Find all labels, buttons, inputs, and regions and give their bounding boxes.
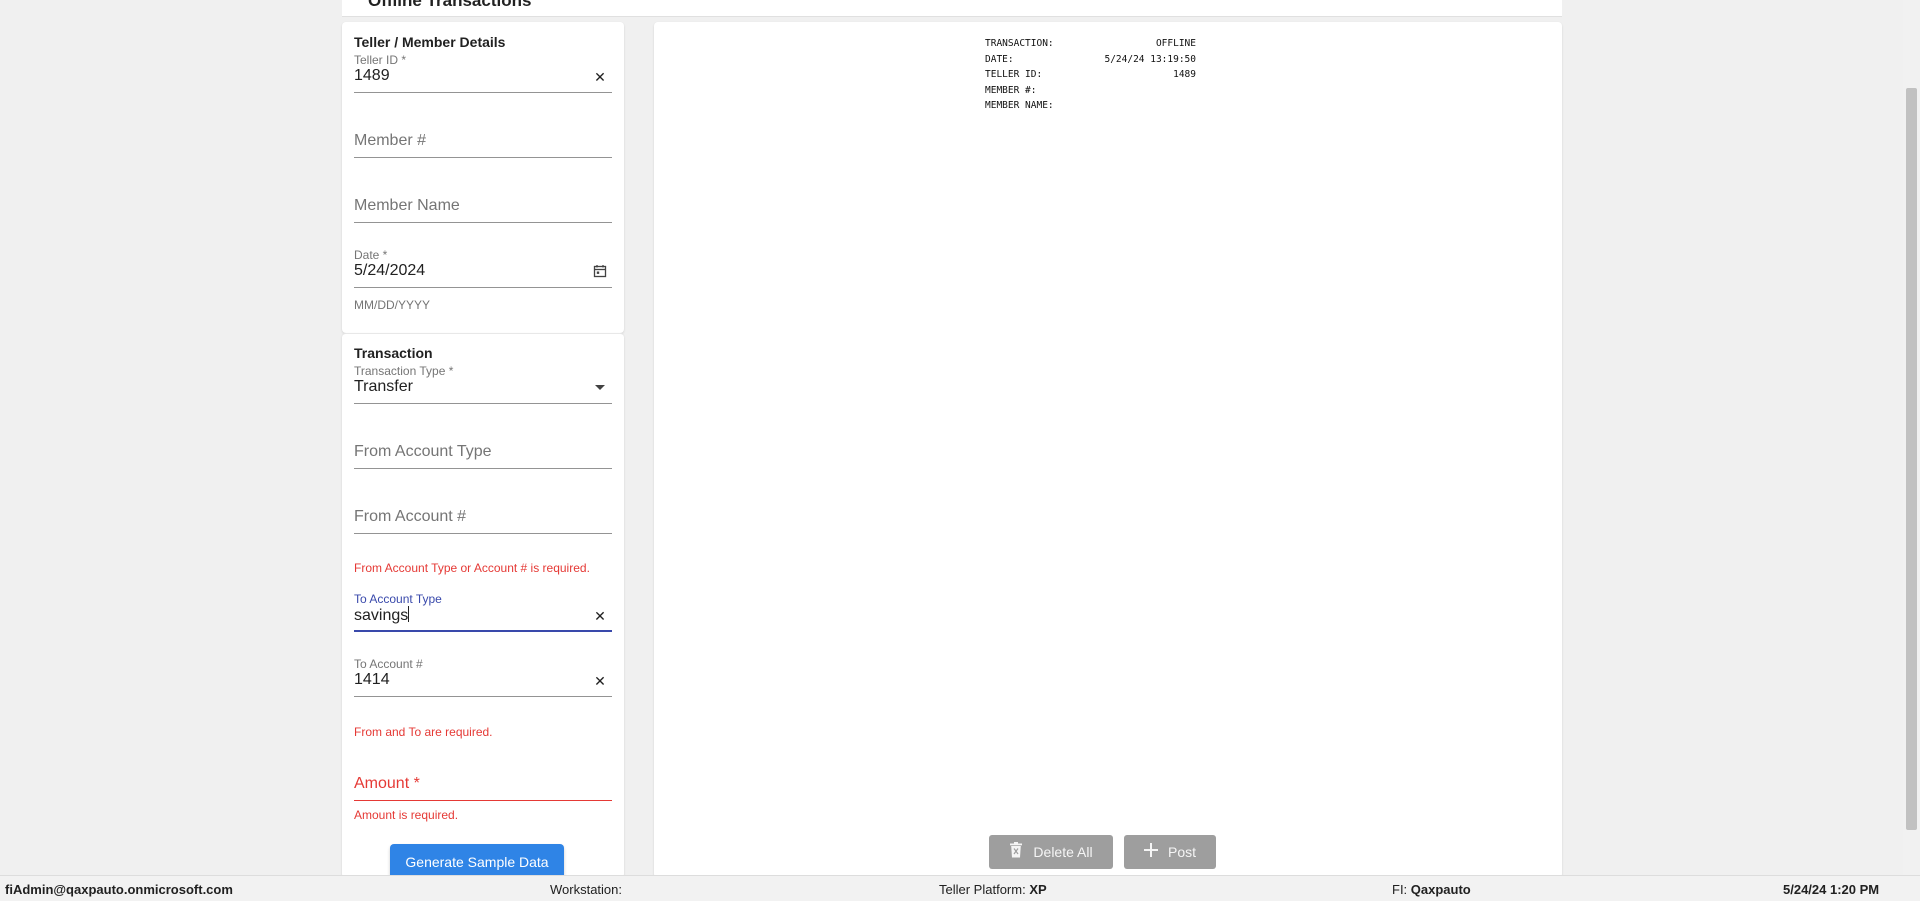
date-label: Date * <box>354 248 388 262</box>
teller-platform-label: Teller Platform: <box>939 882 1026 897</box>
page-scrollbar-thumb[interactable] <box>1906 88 1917 830</box>
caret-down-icon[interactable] <box>592 380 608 396</box>
amount-field[interactable]: Amount * <box>354 761 612 801</box>
receipt-row-label: DATE: <box>985 53 1014 65</box>
transaction-card: Transaction Transaction Type * Transfer … <box>342 333 624 880</box>
delete-all-label: Delete All <box>1033 844 1093 860</box>
receipt-row: MEMBER NAME: <box>985 98 1196 114</box>
teller-platform-value: XP <box>1029 882 1047 897</box>
from-account-type-field[interactable]: From Account Type <box>354 429 612 469</box>
transaction-type-value: Transfer <box>354 378 413 395</box>
teller-member-card: Teller / Member Details Teller ID * 1489… <box>342 22 624 333</box>
receipt-row-value: 1489 <box>1173 69 1196 80</box>
teller-id-field[interactable]: Teller ID * 1489 ✕ <box>354 53 612 93</box>
page-title: Offline Transactions <box>368 0 532 10</box>
member-number-field[interactable]: Member # <box>354 118 612 158</box>
post-button[interactable]: Post <box>1124 835 1216 869</box>
receipt-preview: TRANSACTION: OFFLINE DATE: 5/24/24 13:19:50… <box>985 36 1196 114</box>
receipt-row: TELLER ID: 1489 <box>985 67 1196 83</box>
fi-label: FI: <box>1392 882 1408 897</box>
receipt-row-label: TELLER ID: <box>985 69 1043 80</box>
transaction-section-title: Transaction <box>354 345 433 361</box>
from-account-type-placeholder: From Account Type <box>354 443 492 460</box>
receipt-row-label: TRANSACTION: <box>985 38 1054 49</box>
receipt-row-label: MEMBER NAME: <box>985 100 1054 111</box>
date-helper-text: MM/DD/YYYY <box>354 298 431 312</box>
receipt-row-label: MEMBER #: <box>985 84 1037 96</box>
transaction-type-select[interactable]: Transaction Type * Transfer <box>354 364 612 404</box>
to-account-number-field[interactable]: To Account # 1414 ✕ <box>354 657 612 697</box>
to-account-type-value: savings <box>354 606 410 625</box>
from-account-number-field[interactable]: From Account # <box>354 494 612 534</box>
from-account-number-placeholder: From Account # <box>354 508 467 525</box>
teller-section-title: Teller / Member Details <box>354 34 506 50</box>
close-icon[interactable]: ✕ <box>592 673 608 689</box>
receipt-row: DATE: 5/24/24 13:19:50 <box>985 52 1196 68</box>
teller-id-value: 1489 <box>354 67 390 84</box>
calendar-icon[interactable] <box>592 264 608 280</box>
to-account-type-text: savings <box>354 607 409 624</box>
footer-datetime: 5/24/24 1:20 PM <box>1783 882 1880 897</box>
receipt-row-value: 5/24/24 13:19:50 <box>1104 53 1196 65</box>
footer-user: fiAdmin@qaxpauto.onmicrosoft.com <box>5 882 233 897</box>
close-icon[interactable]: ✕ <box>592 69 608 85</box>
member-number-placeholder: Member # <box>354 132 427 149</box>
status-bar: fiAdmin@qaxpauto.onmicrosoft.com Worksta… <box>0 875 1920 901</box>
from-account-error: From Account Type or Account # is requir… <box>354 561 590 575</box>
close-icon[interactable]: ✕ <box>592 608 608 624</box>
footer-teller-platform: Teller Platform: XP <box>939 882 1047 897</box>
date-value: 5/24/2024 <box>354 262 426 279</box>
to-account-number-value: 1414 <box>354 671 390 688</box>
teller-id-label: Teller ID * <box>354 53 407 67</box>
to-account-type-label: To Account Type <box>354 592 442 606</box>
receipt-preview-card: TRANSACTION: OFFLINE DATE: 5/24/24 13:19:50… <box>654 22 1562 878</box>
receipt-row-value: OFFLINE <box>1155 38 1196 49</box>
footer-workstation-label: Workstation: <box>550 882 623 897</box>
footer-fi: FI: Qaxpauto <box>1392 882 1471 897</box>
date-field[interactable]: Date * 5/24/2024 <box>354 248 612 288</box>
to-account-type-field[interactable]: To Account Type savings ✕ <box>354 592 612 632</box>
amount-error: Amount is required. <box>354 808 459 822</box>
member-name-placeholder: Member Name <box>354 197 460 214</box>
text-caret <box>408 606 410 622</box>
amount-placeholder: Amount * <box>354 775 420 792</box>
plus-icon <box>1143 842 1158 862</box>
delete-all-button[interactable]: Delete All <box>989 835 1113 869</box>
fi-value: Qaxpauto <box>1410 882 1471 897</box>
transaction-type-label: Transaction Type * <box>354 364 454 378</box>
post-label: Post <box>1167 844 1196 860</box>
member-name-field[interactable]: Member Name <box>354 183 612 223</box>
to-account-error: From and To are required. <box>354 725 493 739</box>
page-title-card: Offline Transactions <box>342 0 1562 17</box>
trash-icon <box>1009 841 1023 863</box>
receipt-row: MEMBER #: <box>985 83 1196 99</box>
receipt-row: TRANSACTION: OFFLINE <box>985 36 1196 52</box>
to-account-number-label: To Account # <box>354 657 423 671</box>
